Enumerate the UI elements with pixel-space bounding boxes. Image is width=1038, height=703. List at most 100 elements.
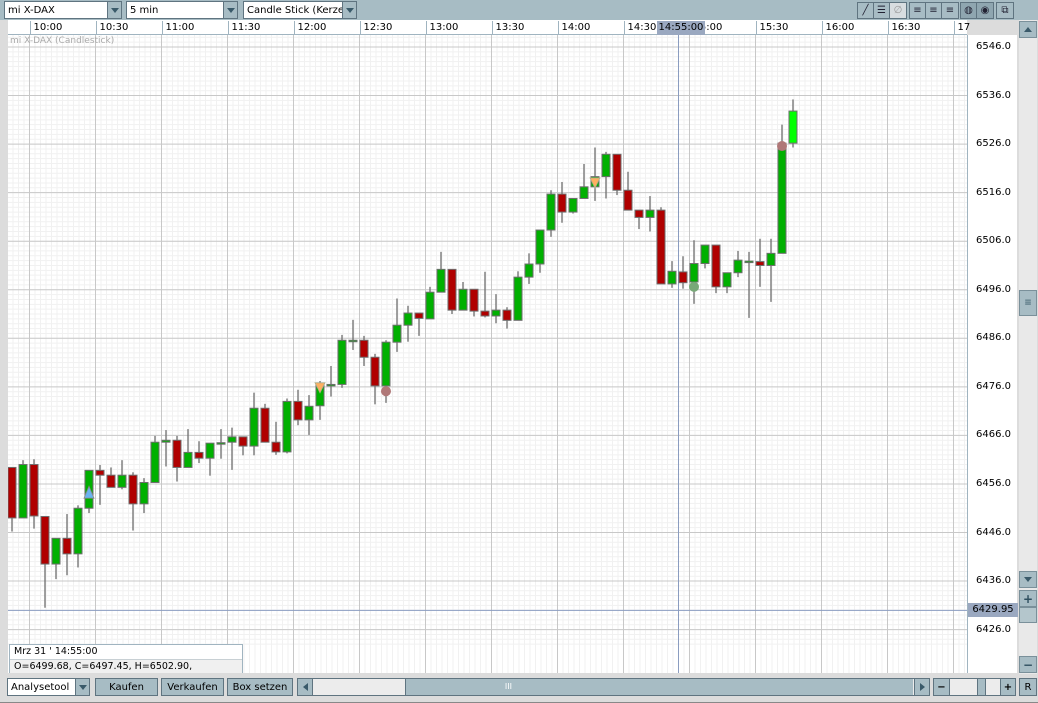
reset-button[interactable]: R [1019,678,1037,696]
signal-circle-marker [381,386,391,397]
zoom-out-vertical-button[interactable]: − [1019,656,1037,673]
time-axis-label: 17 [953,21,970,35]
candle-body [282,400,292,453]
analysis-tool-value: Analysetool [11,681,70,693]
horizontal-zoom-thumb[interactable] [977,679,986,695]
time-axis-label: 11:00 [161,21,194,35]
vertical-scrollbar[interactable]: ≡ + − [1019,20,1037,674]
arrow-left-icon [302,683,308,691]
candle-body [348,339,358,343]
candle-body [733,259,743,274]
zoom-in-horizontal-button[interactable]: + [1000,678,1016,696]
buy-button[interactable]: Kaufen [95,678,158,696]
info-date: Mrz 31 ' 14:55:00 [14,646,98,657]
horizontal-scrollbar[interactable]: III [297,678,930,696]
candle-body [524,263,534,278]
candle-body [172,439,182,468]
candle-body [579,186,589,199]
grid-tools-group: ≡ ≡ ≡ [909,2,959,19]
chart-type-dropdown-button[interactable] [342,2,356,18]
candle-body [711,244,721,288]
candle-body [205,442,215,459]
grid-dashed-icon[interactable]: ≡ [926,3,942,18]
time-axis-label: 16:00 [821,21,854,35]
candlestick-chart[interactable] [8,35,967,673]
candle-body [29,464,39,517]
grid-lines-icon[interactable]: ≡ [910,3,926,18]
candle-body [502,309,512,321]
candle-body [359,339,369,358]
candle-body [128,474,138,505]
candle-body [480,310,490,317]
candle-body [469,288,479,312]
horizontal-zoom-slider[interactable] [950,678,1000,696]
zoom-in-vertical-button[interactable]: + [1019,590,1037,607]
candle-body [436,268,446,293]
color-scheme-icon[interactable]: ◍ [961,3,977,18]
candle-body [271,441,281,453]
candle-body [678,271,688,284]
price-axis-label: 6436.0 [976,575,1011,587]
sell-button[interactable]: Verkaufen [161,678,224,696]
instrument-select[interactable]: mi X-DAX [4,1,122,19]
candle-body [40,515,50,565]
candle-body [546,193,556,231]
horizontal-scroll-track[interactable]: III [505,679,913,695]
candle-body [337,339,347,385]
chart-type-select[interactable]: Candle Stick (Kerze [243,1,357,19]
drawing-tools-group: ╱ ☰ ∅ [857,2,907,19]
price-axis-label: 6456.0 [976,477,1011,489]
interval-dropdown-button[interactable] [223,2,237,18]
price-axis-label: 6486.0 [976,332,1011,344]
price-axis-label: 6526.0 [976,138,1011,150]
candle-body [722,272,732,288]
price-axis-label: 6446.0 [976,526,1011,538]
candle-body [656,209,666,285]
info-ohlc: O=6499.68, C=6497.45, H=6502.90, L=6496.… [10,659,242,685]
horizontal-lines-icon[interactable]: ☰ [874,3,890,18]
detach-window-icon[interactable]: ⧉ [997,3,1013,18]
price-axis-label: 6426.0 [976,623,1011,635]
chevron-down-icon [226,7,235,13]
cursor-price-label: 6429.95 [968,603,1018,618]
scroll-right-button[interactable] [914,679,929,695]
candle-body [106,474,116,488]
instrument-dropdown-button[interactable] [107,2,121,18]
candle-body [414,312,424,319]
time-axis-label: 13:00 [425,21,458,35]
pattern-icon[interactable]: ◉ [977,3,993,18]
analysis-tool-dropdown-button[interactable] [75,679,89,695]
candle-body [568,197,578,213]
chart-area[interactable] [0,35,967,673]
time-axis-label: 14:00 [557,21,590,35]
ohlc-info-box: Mrz 31 ' 14:55:00 O=6499.68, C=6497.45, … [9,644,243,685]
candle-body [150,441,160,483]
interval-select[interactable]: 5 min [126,1,238,19]
set-box-button[interactable]: Box setzen [227,678,293,696]
candle-body [293,400,303,421]
price-axis-label: 6536.0 [976,89,1011,101]
scroll-left-button[interactable] [298,679,313,695]
delete-drawing-icon[interactable]: ∅ [890,3,906,18]
time-axis-label: 12:30 [359,21,392,35]
candle-body [95,469,105,476]
candle-body [183,451,193,468]
price-axis-label: 6506.0 [976,235,1011,247]
price-axis-label: 6476.0 [976,380,1011,392]
time-axis-label: 10:30 [95,21,128,35]
candle-body [370,356,380,387]
grid-dotted-icon[interactable]: ≡ [942,3,958,18]
zoom-out-horizontal-button[interactable]: − [933,678,950,696]
line-draw-icon[interactable]: ╱ [858,3,874,18]
cursor-time-label: 14:55:00 [656,21,706,35]
window-tools-group: ⧉ [996,2,1014,19]
candle-body [249,407,259,447]
scroll-down-button[interactable] [1019,571,1037,588]
vertical-zoom-thumb[interactable] [1019,607,1037,623]
vertical-scroll-thumb[interactable]: ≡ [1019,290,1037,316]
price-axis[interactable]: 6546.0 6536.0 6526.0 6516.0 6506.0 6496.0 6486… [967,35,1018,673]
analysis-tool-select[interactable]: Analysetool [7,678,90,696]
time-axis: 10:00 10:30 11:00 11:30 12:00 12:30 13:00 13:30… [8,20,970,35]
time-axis-label: 13:30 [491,21,524,35]
scroll-up-button[interactable] [1019,21,1037,38]
